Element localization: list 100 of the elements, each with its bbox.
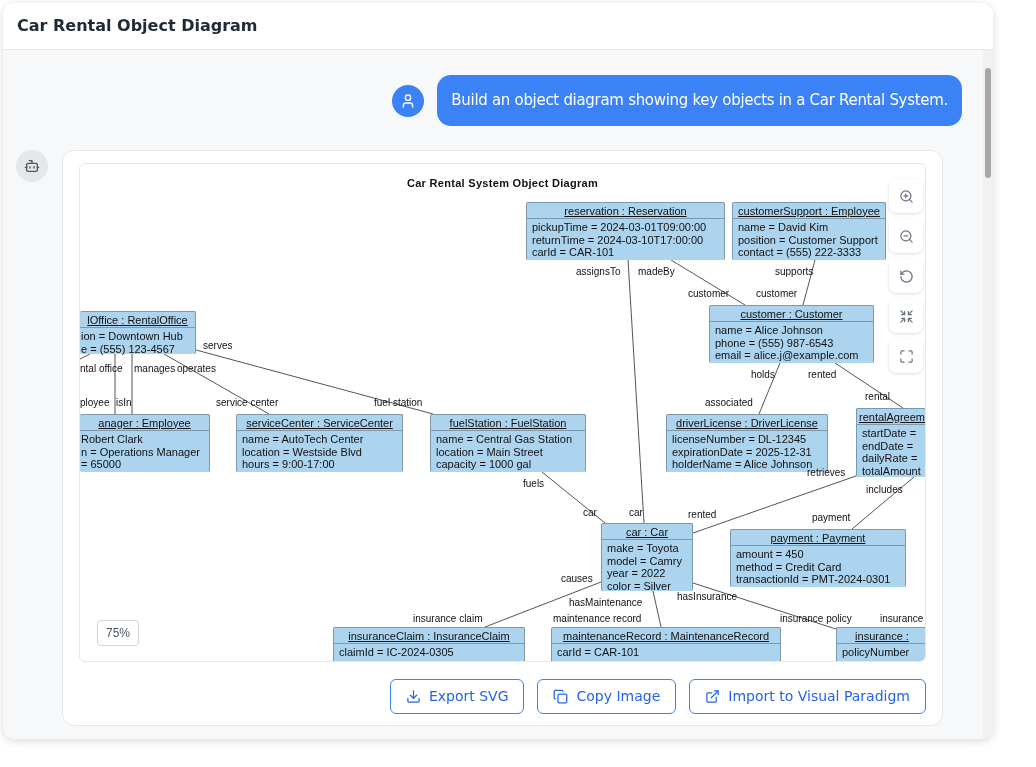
zoom-out-button[interactable] xyxy=(889,219,923,253)
fullscreen-button[interactable] xyxy=(889,339,923,373)
object-attribute: e = (555) 123-4567 xyxy=(81,342,175,355)
zoom-level-badge: 75% xyxy=(97,620,140,646)
object-header: maintenanceRecord : MaintenanceRecord xyxy=(562,628,770,643)
object-attribute: carId = CAR-101 xyxy=(532,246,615,259)
edge-label: supports xyxy=(775,266,814,278)
window-title: Car Rental Object Diagram xyxy=(17,15,258,37)
edge-label: rented xyxy=(688,509,717,521)
object-attribute: expirationDate = 2025-12-31 xyxy=(672,445,812,458)
external-link-icon xyxy=(705,689,721,704)
edge-label: payment xyxy=(812,512,851,524)
diagram-title: Car Rental System Object Diagram xyxy=(405,176,600,191)
edge-label: includes xyxy=(866,484,903,496)
edge-label: customer xyxy=(756,288,798,300)
object-attribute: n = Operations Manager xyxy=(81,445,200,458)
edge-label: car xyxy=(583,507,597,519)
edge-label: madeBy xyxy=(638,266,675,278)
edge-label: associated xyxy=(705,397,753,409)
action-button[interactable]: Copy Image xyxy=(537,679,677,714)
edge-label: rented xyxy=(808,369,837,381)
object-attribute: name = Alice Johnson xyxy=(715,324,823,337)
zoom-in-button[interactable] xyxy=(889,179,923,213)
edge-label: rental xyxy=(865,391,890,403)
reset-icon xyxy=(898,268,914,284)
edge-label: serves xyxy=(203,340,233,352)
object-attribute: model = Camry xyxy=(607,554,682,567)
object-attribute: contact = (555) 222-3333 xyxy=(738,246,862,259)
object-attribute: name = David Kim xyxy=(738,221,829,234)
object-header: anager : Employee xyxy=(98,415,191,430)
edge-label: hasMaintenance xyxy=(569,597,643,609)
object-attribute: policyNumber xyxy=(842,646,910,659)
connector-line xyxy=(80,353,91,360)
edge-label: assignsTo xyxy=(576,266,621,278)
object-attribute: pickupTime = 2024-03-01T09:00:00 xyxy=(532,221,707,234)
object-attribute: capacity = 1000 gal xyxy=(436,458,532,471)
object-attribute: carId = CAR-101 xyxy=(557,646,640,659)
edge-label: isIn xyxy=(116,397,132,409)
edge-label: insurance xyxy=(880,613,924,625)
connector-line xyxy=(131,353,133,415)
edge-label: retrieves xyxy=(807,467,846,479)
fullscreen-icon xyxy=(898,348,914,364)
connector-line xyxy=(114,353,116,415)
edge-label: fuels xyxy=(523,478,545,490)
edge-label: maintenance record xyxy=(553,613,642,625)
object-attribute: phone = (555) 987-6543 xyxy=(715,336,834,349)
edge-label: insurance claim xyxy=(413,613,483,625)
object-attribute: dailyRate = xyxy=(862,452,918,465)
object-attribute: startDate = xyxy=(862,427,917,440)
object-attribute: name = AutoTech Center xyxy=(242,433,364,446)
download-icon xyxy=(405,689,421,704)
object-attribute: color = Silver xyxy=(607,579,671,592)
action-button[interactable]: Import to Visual Paradigm xyxy=(689,679,926,714)
object-attribute: position = Customer Support xyxy=(738,233,878,246)
bot-icon xyxy=(24,158,40,174)
edge-label: customer xyxy=(688,288,730,300)
object-header: driverLicense : DriverLicense xyxy=(676,415,818,430)
object-header: rentalAgreem xyxy=(859,409,925,424)
edge-label: ployee xyxy=(80,397,110,409)
zoom-in-icon xyxy=(898,188,914,204)
object-header: lOffice : RentalOffice xyxy=(87,312,188,327)
object-attribute: = 65000 xyxy=(81,458,122,471)
object-header: insuranceClaim : InsuranceClaim xyxy=(348,628,510,643)
action-button[interactable]: Export SVG xyxy=(389,679,525,714)
connector-line xyxy=(652,590,662,628)
object-attribute: holderName = Alice Johnson xyxy=(672,458,813,470)
edge-label: manages xyxy=(134,363,176,375)
object-header: customer : Customer xyxy=(740,306,843,321)
zoom-out-icon xyxy=(898,228,914,244)
object-header: reservation : Reservation xyxy=(564,203,687,218)
object-attribute: name = Central Gas Station xyxy=(436,433,573,446)
edge-label: fuel station xyxy=(374,397,423,409)
object-attribute: year = 2022 xyxy=(607,567,666,580)
object-attribute: totalAmount xyxy=(862,464,921,477)
object-header: customerSupport : Employee xyxy=(738,203,880,218)
edge-label: service center xyxy=(216,397,279,409)
object-attribute: returnTime = 2024-03-10T17:00:00 xyxy=(532,233,704,246)
object-attribute: licenseNumber = DL-12345 xyxy=(672,433,807,446)
object-attribute: endDate = xyxy=(862,439,914,452)
object-header: serviceCenter : ServiceCenter xyxy=(246,415,393,430)
object-attribute: location = Westside Blvd xyxy=(242,445,362,458)
user-message: Build an object diagram showing key objects in a Car Rental System. xyxy=(437,75,962,126)
edge-label: causes xyxy=(561,573,593,585)
object-attribute: make = Toyota xyxy=(607,542,679,555)
edge-label: car xyxy=(629,507,643,519)
object-attribute: transactionId = PMT-2024-0301 xyxy=(736,573,891,586)
fit-button[interactable] xyxy=(889,299,923,333)
object-attribute: hours = 9:00-17:00 xyxy=(242,458,335,471)
edge-label: hasInsurance xyxy=(677,591,738,603)
reset-button[interactable] xyxy=(889,259,923,293)
object-attribute: email = alice.j@example.com xyxy=(715,349,859,362)
connector-line xyxy=(834,362,904,409)
object-header: car : Car xyxy=(625,524,669,539)
copy-icon xyxy=(553,689,569,704)
object-header: fuelStation : FuelStation xyxy=(449,415,567,430)
object-attribute: amount = 450 xyxy=(736,548,804,561)
shrink-icon xyxy=(898,308,914,324)
object-attribute: location = Main Street xyxy=(436,445,543,458)
object-attribute: Robert Clark xyxy=(81,433,143,446)
edge-label: holds xyxy=(751,369,775,381)
